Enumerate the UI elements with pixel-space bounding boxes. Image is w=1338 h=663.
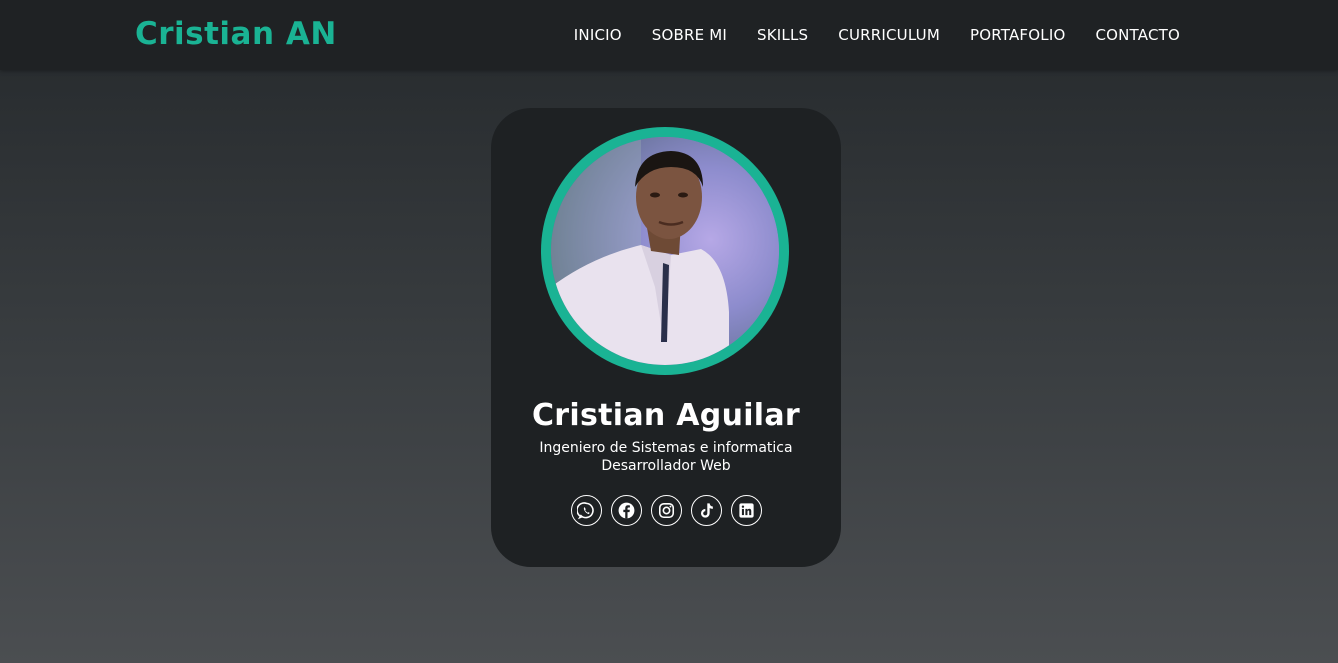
profile-role-title: Ingeniero de Sistemas e informatica [539, 440, 793, 456]
site-header: Cristian AN INICIO SOBRE MI SKILLS CURRI… [0, 0, 1338, 70]
whatsapp-icon [576, 502, 594, 520]
profile-card: Cristian Aguilar Ingeniero de Sistemas e… [491, 108, 841, 567]
site-logo[interactable]: Cristian AN [135, 14, 337, 54]
facebook-link[interactable] [610, 495, 642, 526]
whatsapp-link[interactable] [570, 495, 602, 526]
tiktok-icon [700, 503, 713, 518]
instagram-icon [658, 502, 674, 519]
profile-photo [551, 137, 779, 365]
linkedin-icon [738, 503, 754, 518]
linkedin-link[interactable] [730, 495, 762, 526]
nav-contacto[interactable]: CONTACTO [1095, 26, 1180, 44]
nav-portafolio[interactable]: PORTAFOLIO [970, 26, 1065, 44]
nav-curriculum[interactable]: CURRICULUM [838, 26, 940, 44]
profile-photo-illustration [551, 137, 779, 365]
social-links [491, 495, 841, 526]
nav-skills[interactable]: SKILLS [757, 26, 808, 44]
tiktok-link[interactable] [690, 495, 722, 526]
profile-role-subtitle: Desarrollador Web [601, 458, 731, 474]
main-nav: INICIO SOBRE MI SKILLS CURRICULUM PORTAF… [544, 0, 1180, 70]
nav-sobre-mi[interactable]: SOBRE MI [652, 26, 727, 44]
facebook-icon [618, 502, 634, 519]
profile-name: Cristian Aguilar [531, 398, 801, 433]
nav-inicio[interactable]: INICIO [574, 26, 622, 44]
instagram-link[interactable] [650, 495, 682, 526]
avatar-ring [541, 127, 789, 375]
